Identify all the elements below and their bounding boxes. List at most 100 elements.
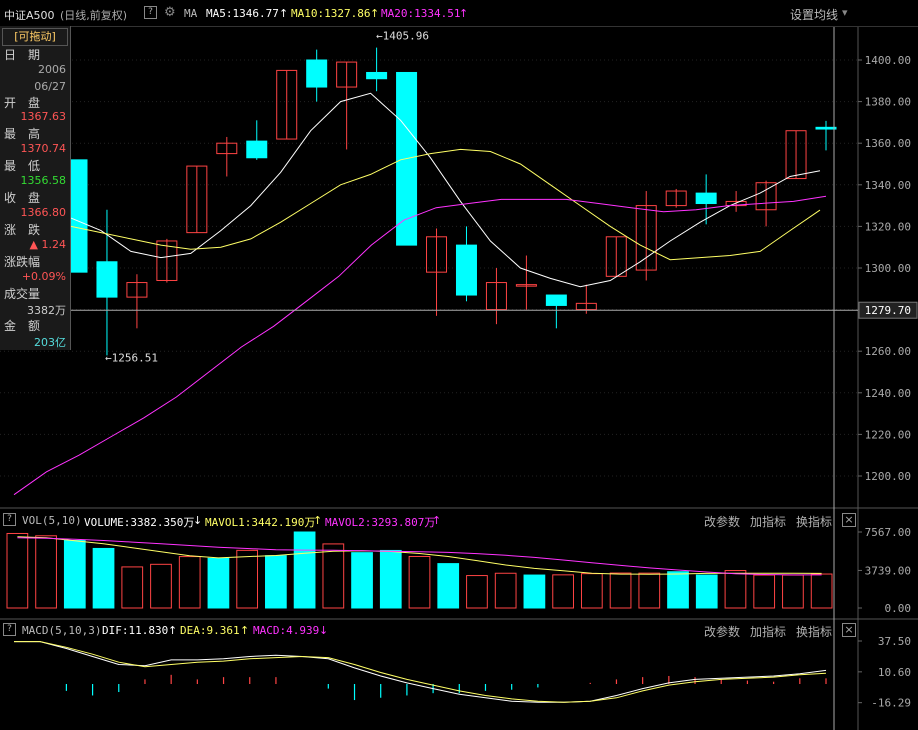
- ma10-up-arrow-icon: ↑: [370, 7, 380, 20]
- volume-add-indicator-button[interactable]: 加指标: [750, 513, 786, 530]
- candle-body: [306, 59, 328, 88]
- volume-bar: [552, 574, 574, 609]
- close-value: 1366.80: [20, 206, 67, 219]
- candle-body: [455, 244, 477, 296]
- gear-icon[interactable]: ⚙: [164, 5, 176, 20]
- chevron-down-icon[interactable]: ▾: [842, 6, 848, 19]
- volume-bar: [265, 555, 287, 609]
- candle-body: [366, 71, 388, 80]
- volume-bar: [408, 555, 431, 609]
- help-icon[interactable]: ?: [144, 6, 157, 19]
- volume-bar: [63, 540, 86, 609]
- close-label: 收 盘: [4, 191, 41, 205]
- price-axis-label: 1400.00: [865, 54, 911, 67]
- volume-bar: [753, 574, 776, 609]
- change-value: ▲ 1.24: [29, 238, 66, 251]
- candle-body: [695, 192, 717, 205]
- price-axis-label: 1200.00: [865, 470, 911, 483]
- low-label: 最 低: [4, 159, 41, 173]
- volume-down-arrow-icon: ↓: [193, 514, 203, 527]
- main-header: 中证A500 (日线,前复权) ? ⚙ MA MA5:1346.77 ↑ MA1…: [0, 0, 918, 27]
- mavol2-value: MAVOL2:3293.807万: [325, 516, 436, 529]
- macd-params-button[interactable]: 改参数: [704, 623, 740, 640]
- macd-down-arrow-icon: ↓: [319, 624, 329, 637]
- volume-bar: [322, 543, 345, 609]
- price-axis-label: 1320.00: [865, 220, 911, 233]
- volume-bar: [782, 574, 804, 609]
- macd-switch-indicator-button[interactable]: 换指标: [796, 623, 832, 640]
- price-axis-label: 1220.00: [865, 428, 911, 441]
- dea-up-arrow-icon: ↑: [240, 624, 250, 637]
- volume-bar: [695, 574, 718, 609]
- date-year: 2006: [38, 63, 66, 76]
- volume-bar: [92, 547, 115, 609]
- macd-title[interactable]: MACD(5,10,3): [22, 624, 101, 637]
- volume-current: VOLUME:3382.350万: [84, 516, 195, 529]
- volume-label: 成交量: [4, 287, 41, 301]
- volume-bar: [609, 572, 632, 609]
- volume-bar: [379, 549, 402, 609]
- dif-up-arrow-icon: ↑: [168, 624, 178, 637]
- cursor-value-label: 1279.70: [865, 304, 911, 317]
- period-label: (日线,前复权): [60, 9, 128, 22]
- high-value: 1370.74: [20, 142, 67, 155]
- amount-value: 203亿: [34, 336, 66, 349]
- index-name[interactable]: 中证A500: [4, 7, 55, 23]
- change-label: 涨 跌: [4, 223, 41, 237]
- pct-change-label: 涨跌幅: [4, 255, 41, 269]
- ma5-value: MA5:1346.77: [206, 7, 279, 20]
- settings-ma-button[interactable]: 设置均线: [790, 6, 838, 23]
- volume-bar: [236, 549, 259, 609]
- mavol1-up-arrow-icon: ↑: [313, 514, 323, 527]
- ma20-value: MA20:1334.51: [381, 7, 461, 20]
- candle-body: [545, 294, 567, 306]
- price-axis-label: 1300.00: [865, 262, 911, 275]
- ma-label: MA: [184, 7, 198, 20]
- volume-close-icon[interactable]: ×: [842, 513, 856, 527]
- volume-header: ? VOL(5,10) VOLUME:3382.350万 ↓ MAVOL1:34…: [0, 510, 918, 530]
- price-axis-label: 1360.00: [865, 137, 911, 150]
- volume-bar: [178, 556, 201, 609]
- volume-bar: [121, 566, 144, 609]
- dea-value: DEA:9.361: [180, 624, 240, 637]
- macd-add-indicator-button[interactable]: 加指标: [750, 623, 786, 640]
- macd-close-icon[interactable]: ×: [842, 623, 856, 637]
- volume-bar: [724, 570, 747, 609]
- volume-help-icon[interactable]: ?: [3, 513, 16, 526]
- open-label: 开 盘: [4, 96, 41, 110]
- volume-bar: [293, 531, 316, 609]
- volume-bar: [810, 573, 833, 609]
- mavol2-up-arrow-icon: ↑: [432, 514, 442, 527]
- volume-axis-label: 0.00: [885, 602, 912, 615]
- pct-change-value: +0.09%: [21, 270, 66, 283]
- max-price-marker: ←1405.96: [376, 30, 429, 43]
- volume-bar: [437, 563, 460, 609]
- ma20-up-arrow-icon: ↑: [459, 7, 469, 20]
- volume-title[interactable]: VOL(5,10): [22, 514, 82, 527]
- macd-axis-label: -16.29: [871, 697, 911, 710]
- ohlc-info-panel[interactable]: [可拖动] 日 期 2006 06/27 开 盘 1367.63 最 高 137…: [0, 26, 71, 350]
- volume-bar: [580, 573, 603, 609]
- ma5-up-arrow-icon: ↑: [279, 7, 289, 20]
- macd-dea-line: [14, 641, 827, 703]
- volume-axis-label: 3739.00: [865, 564, 911, 577]
- macd-help-icon[interactable]: ?: [3, 623, 16, 636]
- volume-bar: [150, 563, 172, 609]
- macd-header: ? MACD(5,10,3) DIF:11.830 ↑ DEA:9.361 ↑ …: [0, 620, 918, 640]
- drag-handle[interactable]: [可拖动]: [2, 28, 68, 46]
- ma5-line: [70, 92, 821, 288]
- volume-value: 3382万: [27, 304, 66, 317]
- date-label: 日 期: [4, 48, 41, 62]
- min-price-marker: ←1256.51: [105, 351, 158, 364]
- price-axis-label: 1340.00: [865, 179, 911, 192]
- ma10-value: MA10:1327.86: [291, 7, 371, 20]
- ma10-line: [70, 148, 821, 261]
- volume-bar: [207, 557, 230, 609]
- macd-value: MACD:4.939: [253, 624, 320, 637]
- volume-bar: [667, 571, 689, 609]
- macd-dif-line: [14, 641, 827, 703]
- volume-switch-indicator-button[interactable]: 换指标: [796, 513, 832, 530]
- volume-params-button[interactable]: 改参数: [704, 513, 740, 530]
- candle-body: [96, 261, 118, 298]
- volume-bar: [35, 535, 57, 609]
